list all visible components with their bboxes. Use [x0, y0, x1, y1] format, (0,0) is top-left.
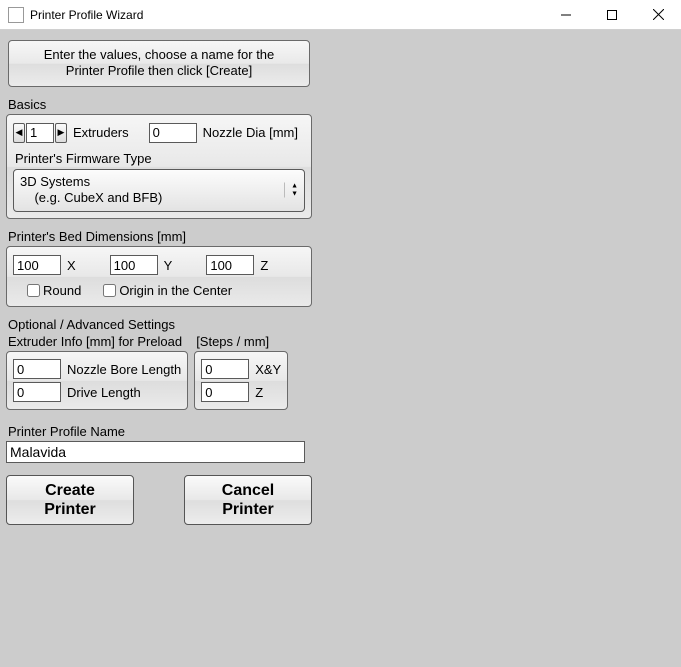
basics-group: ◀ ▶ Extruders Nozzle Dia [mm] Printer's …: [6, 114, 312, 220]
round-checkbox-wrap[interactable]: Round: [27, 283, 81, 298]
round-checkbox[interactable]: [27, 284, 40, 297]
banner-line1: Enter the values, choose a name for the: [13, 47, 305, 63]
titlebar: Printer Profile Wizard: [0, 0, 681, 30]
steps-xy-input[interactable]: [201, 359, 249, 379]
extruders-increment[interactable]: ▶: [55, 123, 67, 143]
maximize-icon: [607, 10, 617, 20]
firmware-select[interactable]: 3D Systems (e.g. CubeX and BFB) ▲▼: [13, 169, 305, 213]
close-icon: [653, 9, 664, 20]
app-icon: [8, 7, 24, 23]
nozzle-dia-input[interactable]: [149, 123, 197, 143]
bed-x-label: X: [67, 258, 76, 273]
nozzle-bore-input[interactable]: [13, 359, 61, 379]
profile-name-label: Printer Profile Name: [8, 424, 312, 439]
steps-z-input[interactable]: [201, 382, 249, 402]
create-label: Create Printer: [44, 481, 96, 519]
bed-z-label: Z: [260, 258, 268, 273]
cancel-printer-button[interactable]: Cancel Printer: [184, 475, 312, 525]
steps-group: X&Y Z: [194, 351, 288, 410]
origin-label: Origin in the Center: [119, 283, 232, 298]
bed-y-label: Y: [164, 258, 173, 273]
nozzle-bore-label: Nozzle Bore Length: [67, 362, 181, 377]
steps-label: [Steps / mm]: [196, 334, 288, 349]
create-printer-button[interactable]: Create Printer: [6, 475, 134, 525]
bed-y-input[interactable]: [110, 255, 158, 275]
extruder-info-label: Extruder Info [mm] for Preload: [8, 334, 188, 349]
close-button[interactable]: [635, 0, 681, 30]
chevron-updown-icon: ▲▼: [284, 183, 298, 198]
drive-length-label: Drive Length: [67, 385, 141, 400]
round-label: Round: [43, 283, 81, 298]
bed-x-input[interactable]: [13, 255, 61, 275]
firmware-label: Printer's Firmware Type: [15, 151, 305, 166]
drive-length-input[interactable]: [13, 382, 61, 402]
nozzle-dia-label: Nozzle Dia [mm]: [203, 125, 298, 140]
origin-checkbox[interactable]: [103, 284, 116, 297]
steps-z-label: Z: [255, 385, 263, 400]
bed-z-input[interactable]: [206, 255, 254, 275]
extruders-decrement[interactable]: ◀: [13, 123, 25, 143]
instruction-banner: Enter the values, choose a name for the …: [8, 40, 310, 87]
basics-label: Basics: [8, 97, 312, 112]
extruder-info-group: Nozzle Bore Length Drive Length: [6, 351, 188, 410]
maximize-button[interactable]: [589, 0, 635, 30]
bed-group: X Y Z Round Origin in the Center: [6, 246, 312, 307]
minimize-icon: [561, 10, 571, 20]
extruders-input[interactable]: [26, 123, 54, 143]
minimize-button[interactable]: [543, 0, 589, 30]
extruders-label: Extruders: [73, 125, 129, 140]
firmware-line2: (e.g. CubeX and BFB): [20, 190, 280, 207]
banner-line2: Printer Profile then click [Create]: [13, 63, 305, 79]
window-title: Printer Profile Wizard: [30, 8, 143, 22]
firmware-line1: 3D Systems: [20, 174, 280, 191]
origin-checkbox-wrap[interactable]: Origin in the Center: [103, 283, 232, 298]
adv-label: Optional / Advanced Settings: [8, 317, 312, 332]
profile-name-input[interactable]: [6, 441, 305, 463]
bed-label: Printer's Bed Dimensions [mm]: [8, 229, 312, 244]
cancel-label: Cancel Printer: [222, 481, 274, 519]
steps-xy-label: X&Y: [255, 362, 281, 377]
